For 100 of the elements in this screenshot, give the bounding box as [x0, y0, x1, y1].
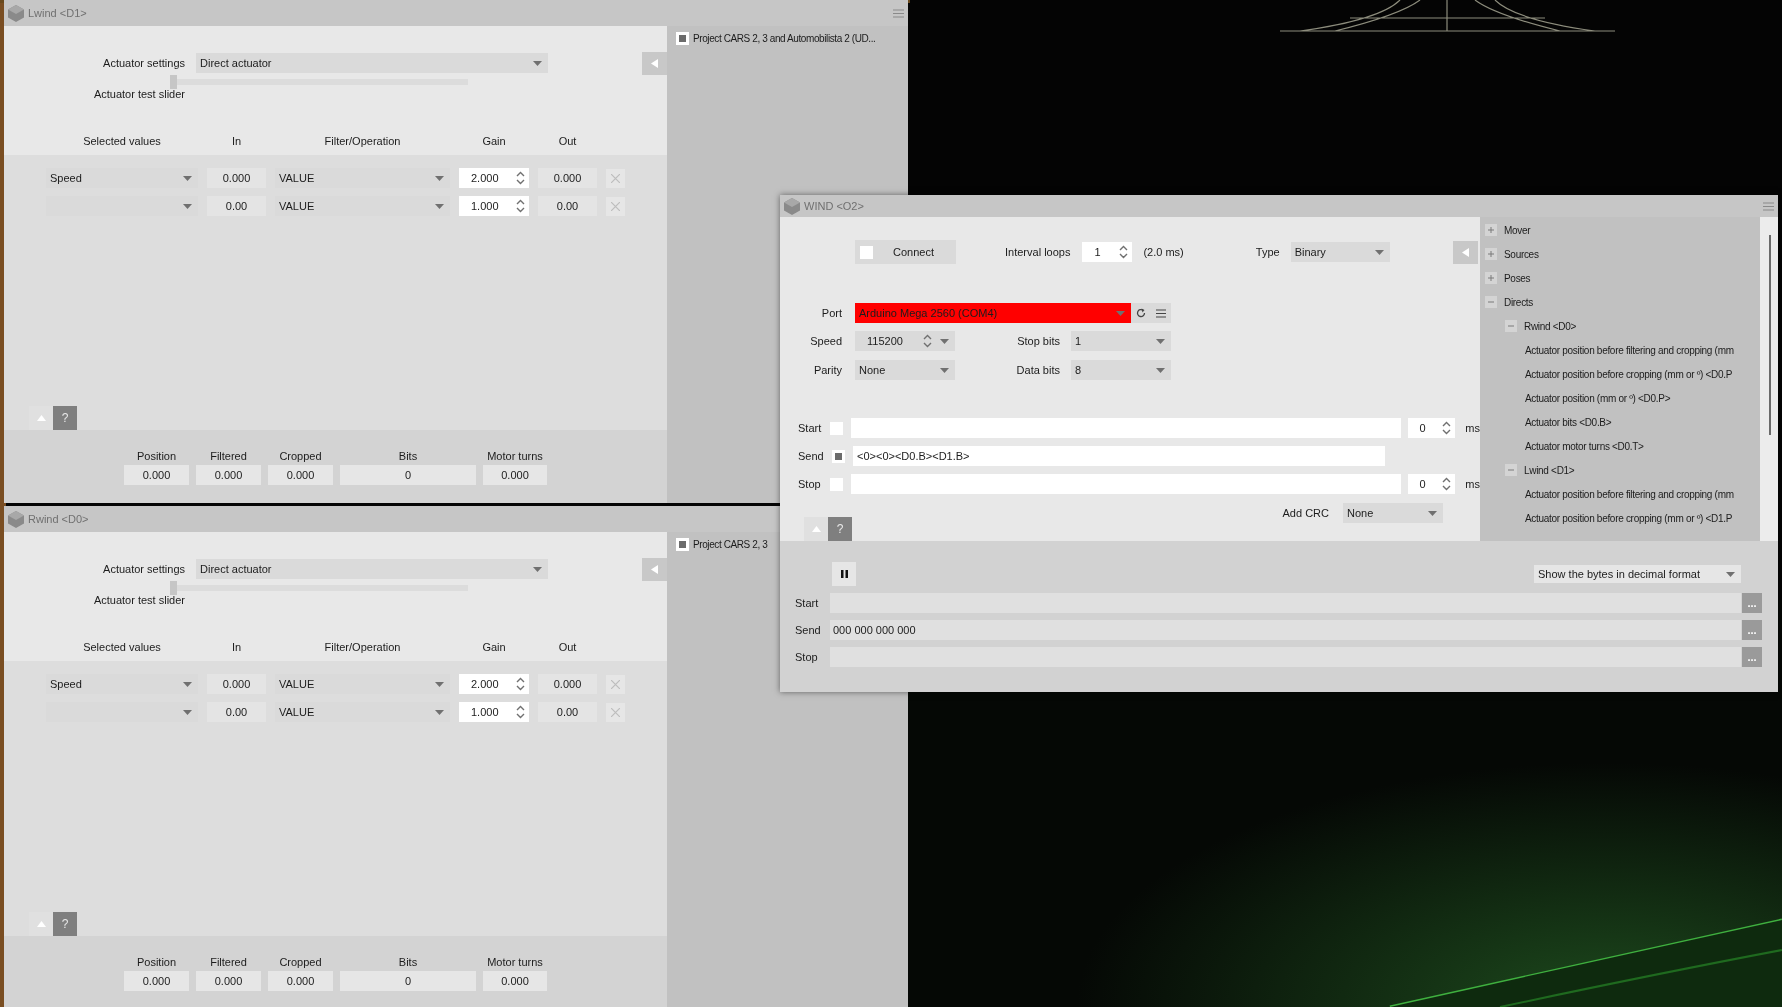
- field-label: Motor turns: [486, 955, 544, 969]
- left-triangle-icon: [1462, 247, 1469, 257]
- remove-button[interactable]: [606, 196, 625, 216]
- unit-label: ms: [1465, 422, 1480, 434]
- checkbox[interactable]: [832, 449, 845, 463]
- field-label: Actuator settings: [102, 563, 185, 575]
- window-title: Lwind <D1>: [28, 7, 87, 19]
- column-header: Gain: [481, 135, 507, 147]
- slider-thumb[interactable]: [170, 581, 177, 595]
- field-label: Port: [820, 307, 842, 319]
- tree-item[interactable]: Lwind <D1>: [1524, 464, 1575, 476]
- up-button[interactable]: [804, 517, 828, 541]
- close-icon: [611, 173, 620, 183]
- caret-icon: [1428, 510, 1437, 516]
- collapse-button[interactable]: [1453, 240, 1478, 264]
- scrollbar-thumb[interactable]: [1769, 235, 1771, 435]
- spinner-arrows-icon[interactable]: [1442, 477, 1452, 491]
- menu-icon[interactable]: [1763, 201, 1774, 211]
- tree-item[interactable]: Directs: [1504, 296, 1533, 308]
- close-icon: [611, 679, 620, 689]
- plus-icon[interactable]: [1485, 224, 1497, 236]
- tree-item[interactable]: Actuator bits <D0.B>: [1525, 416, 1612, 428]
- field-label: Bits: [397, 449, 419, 463]
- tree-item[interactable]: Actuator position (mm or º) <D0.P>: [1525, 392, 1671, 404]
- number-field[interactable]: 0: [1407, 474, 1456, 494]
- caret-icon: [533, 60, 542, 66]
- list-button[interactable]: [1151, 303, 1171, 323]
- speed-combo[interactable]: 115200: [855, 331, 955, 351]
- caret-icon: [435, 175, 444, 181]
- spinner-arrows-icon[interactable]: [1442, 421, 1452, 435]
- close-icon: [611, 201, 620, 211]
- caret-icon: [1156, 367, 1165, 373]
- number-field[interactable]: 2.000: [459, 168, 529, 188]
- menu-icon: [1156, 308, 1166, 318]
- text-field[interactable]: <0><0><D0.B><D1.B>: [853, 446, 1385, 466]
- refresh-icon: [1136, 308, 1146, 318]
- tree-item[interactable]: Sources: [1504, 248, 1539, 260]
- checkbox[interactable]: [676, 32, 689, 45]
- tree-item[interactable]: Poses: [1504, 272, 1531, 284]
- minus-icon[interactable]: [1485, 296, 1497, 308]
- spinner-arrows-icon[interactable]: [516, 199, 525, 213]
- pause-button[interactable]: [832, 562, 856, 586]
- column-header: Selected values: [82, 135, 162, 147]
- caret-icon: [183, 203, 192, 209]
- field-label: Cropped: [278, 449, 323, 463]
- tree-item[interactable]: Rwind <D0>: [1524, 320, 1577, 332]
- minus-icon[interactable]: [1505, 464, 1517, 476]
- refresh-button[interactable]: [1131, 303, 1151, 323]
- dropdown[interactable]: Binary: [1290, 242, 1390, 262]
- spinner-arrows-icon[interactable]: [516, 677, 525, 691]
- remove-button[interactable]: [606, 674, 625, 694]
- slider-thumb[interactable]: [170, 75, 177, 89]
- value-field: 0.000: [483, 971, 547, 991]
- tree-item[interactable]: Actuator position before filtering and cropping (mm: [1525, 344, 1734, 356]
- field-label: Position: [135, 449, 178, 463]
- dropdown[interactable]: Direct actuator: [196, 559, 548, 579]
- tree-item[interactable]: Actuator motor turns <D0.T>: [1525, 440, 1644, 452]
- tree-item[interactable]: Actuator position before filtering and cropping (mm: [1525, 488, 1734, 500]
- menu-icon[interactable]: [893, 8, 904, 18]
- remove-button[interactable]: [606, 168, 625, 188]
- field-label: Bits: [397, 955, 419, 969]
- field-label: Filtered: [209, 449, 248, 463]
- minus-icon[interactable]: [1505, 320, 1517, 332]
- column-header: In: [230, 641, 243, 653]
- column-header: Filter/Operation: [323, 135, 402, 147]
- value-field: 0.000: [196, 465, 261, 485]
- dropdown[interactable]: 1: [1071, 331, 1171, 351]
- checkbox[interactable]: [860, 245, 873, 259]
- caret-icon: [183, 175, 192, 181]
- number-field[interactable]: 0: [1407, 418, 1456, 438]
- tree-item[interactable]: Actuator position before cropping (mm or º) <D1.P: [1525, 512, 1733, 524]
- spinner-arrows-icon[interactable]: [923, 334, 932, 348]
- pause-icon: [840, 570, 848, 578]
- tree-item[interactable]: Actuator position before cropping (mm or º) <D0.P: [1525, 368, 1733, 380]
- number-field[interactable]: 1.000: [459, 196, 529, 216]
- spinner-arrows-icon[interactable]: [1119, 245, 1129, 259]
- connect-button[interactable]: Connect: [855, 240, 956, 264]
- caret-icon: [435, 203, 444, 209]
- number-field[interactable]: 1: [1082, 242, 1133, 262]
- plus-icon[interactable]: [1485, 272, 1497, 284]
- collapse-button[interactable]: [642, 51, 667, 75]
- spinner-arrows-icon[interactable]: [516, 171, 525, 185]
- value-field: 0.000: [196, 971, 261, 991]
- up-triangle-icon: [36, 921, 46, 927]
- number-field[interactable]: 2.000: [459, 674, 529, 694]
- port-dropdown[interactable]: Arduino Mega 2560 (COM4): [855, 303, 1131, 323]
- dropdown[interactable]: 8: [1071, 360, 1171, 380]
- dropdown[interactable]: Show the bytes in decimal format: [1534, 565, 1741, 583]
- checkbox[interactable]: [676, 538, 689, 551]
- number-field[interactable]: 1.000: [459, 702, 529, 722]
- dropdown[interactable]: None: [855, 360, 955, 380]
- spinner-arrows-icon[interactable]: [516, 705, 525, 719]
- plus-icon[interactable]: [1485, 248, 1497, 260]
- field-label: Interval loops: [1005, 246, 1071, 258]
- dropdown[interactable]: Direct actuator: [196, 53, 548, 73]
- remove-button[interactable]: [606, 702, 625, 722]
- collapse-button[interactable]: [642, 557, 667, 581]
- tree-item[interactable]: Mover: [1504, 224, 1531, 236]
- dropdown[interactable]: None: [1343, 503, 1443, 523]
- value-field: 0.000: [483, 465, 547, 485]
